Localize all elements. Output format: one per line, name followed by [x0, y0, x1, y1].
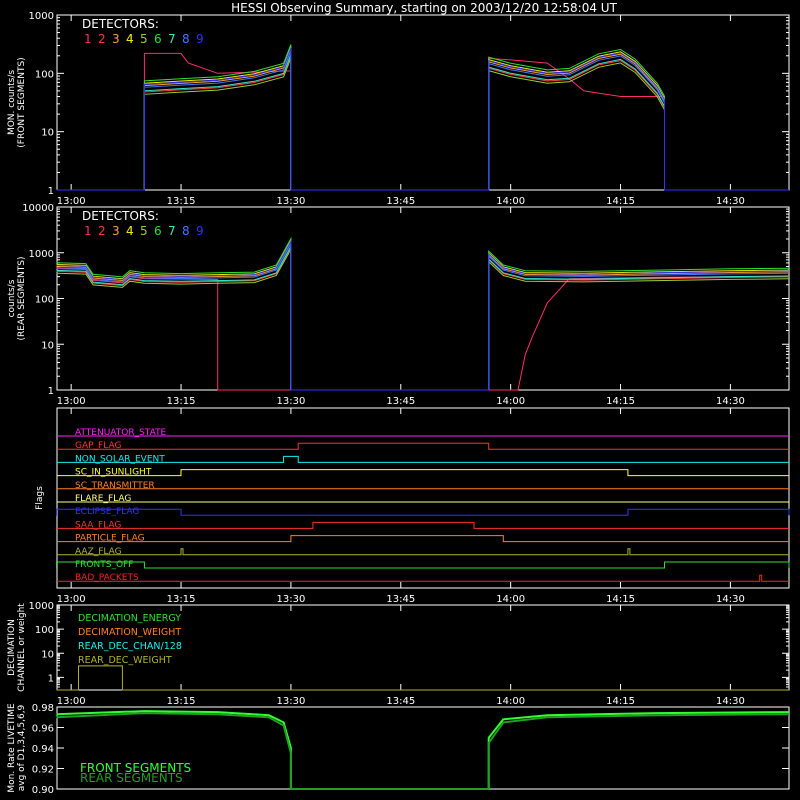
x-tick-label: 13:00 [57, 196, 86, 207]
y-tick-label: 10 [41, 649, 54, 660]
y-tick-label: 1000 [29, 249, 54, 260]
legend-rear-dec-weight: REAR_DEC_WEIGHT [78, 655, 172, 666]
y-tick-label: 100 [35, 295, 54, 306]
y-axis-label: CHANNEL or weight [17, 603, 27, 692]
y-tick-label: 100 [35, 69, 54, 80]
legend-detector-9: 9 [196, 32, 204, 46]
x-tick-label: 13:00 [57, 396, 86, 407]
y-tick-label: 1000 [29, 11, 54, 22]
y-axis-label: counts/s [7, 279, 17, 317]
y-axis-label: MON. counts/s [7, 70, 17, 135]
legend-detector-8: 8 [182, 32, 190, 46]
y-tick-label: 10 [41, 128, 54, 139]
legend-detector-1: 1 [84, 224, 92, 238]
legend-detector-6: 6 [154, 224, 162, 238]
legend-detector-3: 3 [112, 32, 120, 46]
x-tick-label: 13:15 [167, 196, 196, 207]
hessi-summary-chart: HESSI Observing Summary, starting on 200… [0, 0, 800, 800]
x-tick-label: 14:15 [606, 396, 635, 407]
x-tick-label: 13:45 [386, 196, 415, 207]
x-tick-label: 13:00 [57, 594, 86, 605]
legend-detector-4: 4 [126, 32, 134, 46]
y-tick-label: 0.96 [32, 724, 54, 735]
y-tick-label: 0.94 [32, 744, 54, 755]
x-tick-label: 13:15 [167, 594, 196, 605]
y-tick-label: 1 [48, 386, 54, 397]
x-tick-label: 14:30 [716, 594, 745, 605]
x-tick-label: 13:45 [386, 396, 415, 407]
legend-rear-dec-chan-128: REAR_DEC_CHAN/128 [78, 641, 182, 652]
x-tick-label: 14:00 [496, 196, 525, 207]
x-tick-label: 13:30 [276, 594, 305, 605]
legend-detector-8: 8 [182, 224, 190, 238]
x-tick-label: 13:15 [167, 696, 196, 707]
y-tick-label: 0.98 [32, 703, 54, 714]
legend-detector-7: 7 [168, 32, 176, 46]
legend-detector-2: 2 [98, 32, 106, 46]
legend-decimation-weight: DECIMATION_WEIGHT [78, 627, 181, 638]
y-tick-label: 1 [48, 186, 54, 197]
x-tick-label: 13:45 [386, 696, 415, 707]
x-tick-label: 13:30 [276, 396, 305, 407]
y-axis-label: (REAR SEGMENTS) [17, 256, 27, 340]
legend-detector-3: 3 [112, 224, 120, 238]
legend-detector-4: 4 [126, 224, 134, 238]
legend-title: DETECTORS: [82, 209, 159, 223]
legend-detector-5: 5 [140, 32, 148, 46]
legend-title: DETECTORS: [82, 17, 159, 31]
chart-title: HESSI Observing Summary, starting on 200… [231, 1, 617, 15]
y-tick-label: 10000 [22, 203, 54, 214]
x-tick-label: 14:00 [496, 396, 525, 407]
legend-rear-segments: REAR SEGMENTS [80, 771, 183, 785]
y-axis-label: DECIMATION [7, 619, 17, 676]
y-tick-label: 1 [48, 673, 54, 684]
x-tick-label: 13:15 [167, 396, 196, 407]
x-tick-label: 13:00 [57, 696, 86, 707]
y-axis-label: (FRONT SEGMENTS) [17, 57, 27, 147]
x-tick-label: 14:15 [606, 196, 635, 207]
y-axis-label: Mon. Rate LIVETIME [7, 703, 17, 793]
legend-detector-5: 5 [140, 224, 148, 238]
x-tick-label: 14:30 [716, 396, 745, 407]
y-tick-label: 100 [35, 625, 54, 636]
legend-detector-2: 2 [98, 224, 106, 238]
legend-detector-1: 1 [84, 32, 92, 46]
x-tick-label: 14:00 [496, 594, 525, 605]
legend-detector-6: 6 [154, 32, 162, 46]
x-tick-label: 14:15 [606, 696, 635, 707]
legend-decimation-energy: DECIMATION_ENERGY [78, 613, 181, 624]
y-axis-label: avg of D1,3,4,5,6,9 [17, 704, 27, 791]
legend-detector-9: 9 [196, 224, 204, 238]
x-tick-label: 14:30 [716, 696, 745, 707]
x-tick-label: 13:30 [276, 196, 305, 207]
y-tick-label: 0.90 [32, 785, 54, 796]
x-tick-label: 14:30 [716, 196, 745, 207]
y-axis-label: Flags [35, 486, 45, 510]
x-tick-label: 13:45 [386, 594, 415, 605]
legend-detector-7: 7 [168, 224, 176, 238]
x-tick-label: 13:30 [276, 696, 305, 707]
y-tick-label: 1000 [29, 601, 54, 612]
x-tick-label: 14:15 [606, 594, 635, 605]
y-tick-label: 0.92 [32, 765, 54, 776]
x-tick-label: 14:00 [496, 696, 525, 707]
y-tick-label: 10 [41, 340, 54, 351]
